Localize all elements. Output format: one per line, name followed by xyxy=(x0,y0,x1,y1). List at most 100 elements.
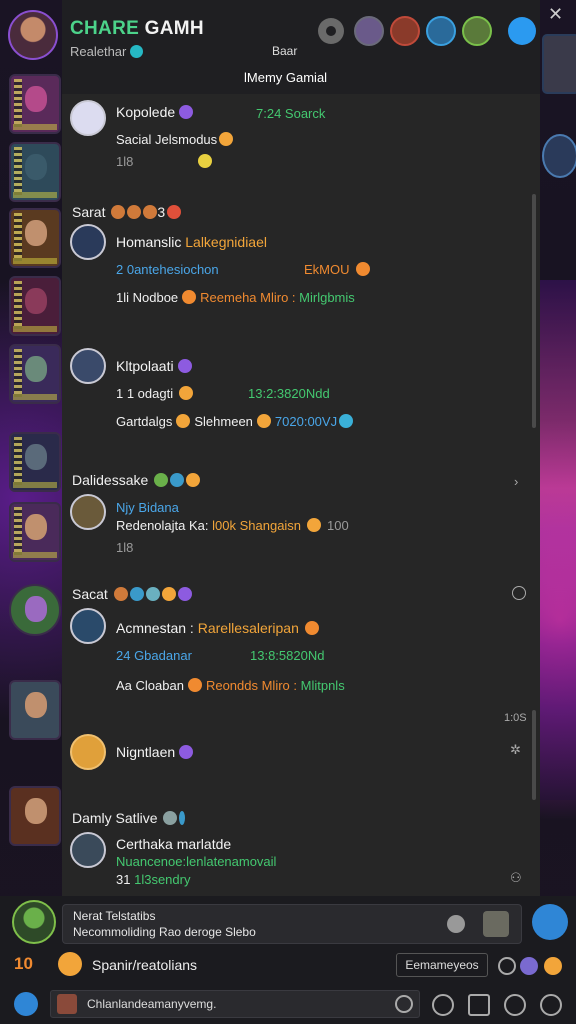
user-avatar[interactable] xyxy=(70,100,106,136)
message-count: 100 xyxy=(327,518,349,533)
party-icon[interactable] xyxy=(58,952,82,976)
clock-icon[interactable] xyxy=(498,957,516,975)
game-thumbnail[interactable] xyxy=(9,344,61,404)
game-thumbnail[interactable] xyxy=(9,74,61,134)
emoji-icon xyxy=(127,205,142,219)
room-button[interactable]: Eemameyeos xyxy=(396,953,488,977)
help-icon[interactable] xyxy=(540,994,562,1016)
message-meta: 7:24 Soarck xyxy=(256,106,326,121)
emoji-icon xyxy=(161,587,176,601)
username-text: Kltpolaati xyxy=(116,358,174,374)
composer-line: Necommoliding Rao deroge Slebo xyxy=(73,925,256,939)
emoji-icon xyxy=(176,414,191,428)
emoji-icon xyxy=(256,414,271,428)
header-icon-row xyxy=(318,16,536,46)
message-text-span: Gartdalgs xyxy=(116,414,173,429)
friend-avatar-icon[interactable] xyxy=(390,16,420,46)
message-timestamp: 1:0S xyxy=(504,712,527,724)
composer-line: Nerat Telstatibs xyxy=(73,909,156,923)
username-tag: Lalkegnidiael xyxy=(185,234,267,250)
gallery-icon[interactable] xyxy=(468,994,490,1016)
user-profile-icon[interactable]: ⚇ xyxy=(510,870,522,886)
message-username: Njy Bidana xyxy=(116,500,179,515)
game-thumbnail[interactable] xyxy=(9,680,61,740)
smile-icon[interactable] xyxy=(504,994,526,1016)
message-highlight: l00k Shangaisn xyxy=(212,518,302,533)
scrollbar[interactable] xyxy=(532,194,536,428)
thumb-tag xyxy=(14,147,22,195)
friend-avatar-icon[interactable] xyxy=(354,16,384,46)
friend-avatar-icon[interactable] xyxy=(426,16,456,46)
gear-icon[interactable] xyxy=(318,18,344,44)
user-avatar[interactable] xyxy=(70,608,106,644)
game-logo-icon[interactable] xyxy=(14,992,38,1016)
message-highlight: 1l3sendry xyxy=(134,872,191,887)
message-composer[interactable]: Nerat Telstatibs Necommoliding Rao derog… xyxy=(62,904,522,944)
message-meta: 13:8:5820Nd xyxy=(250,648,325,663)
scrollbar[interactable] xyxy=(532,710,536,800)
emoji-icon xyxy=(307,518,322,532)
circle-icon[interactable] xyxy=(432,994,454,1016)
emoji-icon xyxy=(113,587,128,601)
game-thumbnail[interactable] xyxy=(9,584,61,636)
my-avatar[interactable] xyxy=(12,900,56,944)
thumb-label xyxy=(13,326,57,332)
message-meta: 1 1 odagti xyxy=(116,386,194,401)
section-title: Sarat xyxy=(72,204,106,220)
game-thumbnail[interactable] xyxy=(9,142,61,202)
user-avatar[interactable] xyxy=(70,348,106,384)
game-thumbnail[interactable] xyxy=(9,432,61,492)
info-icon[interactable] xyxy=(512,586,526,600)
thumb-label xyxy=(13,258,57,264)
party-label[interactable]: Spanir/reatolians xyxy=(92,957,197,973)
user-avatar[interactable] xyxy=(70,494,106,530)
chevron-right-icon[interactable]: › xyxy=(514,474,518,489)
section-header: Sacat xyxy=(72,586,192,602)
profile-avatar[interactable] xyxy=(8,10,58,60)
message-meta: 2 0antehesiochon xyxy=(116,262,219,277)
sparkle-icon[interactable]: ✲ xyxy=(510,742,521,758)
username-text: Kopolede xyxy=(116,104,176,120)
game-thumbnail[interactable] xyxy=(9,786,61,846)
user-avatar[interactable] xyxy=(70,832,106,868)
right-thumbnail[interactable] xyxy=(542,134,576,178)
sticker-icon[interactable] xyxy=(544,957,562,975)
emoji-icon xyxy=(111,205,126,219)
message-username: Kopolede xyxy=(116,104,194,120)
user-avatar[interactable] xyxy=(70,734,106,770)
game-thumbnail[interactable] xyxy=(9,502,61,562)
game-thumbnail[interactable] xyxy=(9,208,61,268)
thumb-label xyxy=(13,192,57,198)
send-button[interactable] xyxy=(532,904,568,940)
username-tag: Rarellesaleripan xyxy=(197,620,299,636)
emoji-icon xyxy=(179,386,194,400)
message-text-span: Sacial Jelsmodus xyxy=(116,132,218,147)
section-header: Sarat 3 xyxy=(72,204,182,220)
emoji-icon[interactable] xyxy=(520,957,538,975)
meta-value: EkMOU xyxy=(304,262,350,277)
emoji-icon xyxy=(219,132,234,146)
emoji-icon xyxy=(186,473,201,487)
user-avatar[interactable] xyxy=(70,224,106,260)
emoji-icon xyxy=(182,290,197,304)
message-text: Aa Cloaban Reondds Mliro : Mlitpnls xyxy=(116,678,345,693)
emoji-face-icon[interactable] xyxy=(395,995,413,1013)
message-meta: 24 Gbadanar xyxy=(116,648,192,663)
right-thumbnail[interactable] xyxy=(542,34,576,94)
settings-icon[interactable] xyxy=(447,915,465,933)
thumb-tag xyxy=(14,507,22,555)
bottom-input[interactable]: Chlanlandeamanyvemg. xyxy=(50,990,420,1018)
emoji-icon xyxy=(167,205,182,219)
message-highlight: Mirlgbmis xyxy=(299,290,355,305)
game-thumbnail[interactable] xyxy=(9,276,61,336)
chat-bubble-icon[interactable] xyxy=(508,17,536,45)
friend-avatar-icon[interactable] xyxy=(462,16,492,46)
emoji-icon xyxy=(163,811,178,825)
attachment-icon[interactable] xyxy=(483,911,509,937)
left-game-strip xyxy=(0,0,62,1024)
close-icon[interactable]: ✕ xyxy=(548,4,563,25)
message-list[interactable]: Kopolede 7:24 Soarck Sacial Jelsmodus 1l… xyxy=(62,94,540,896)
thumb-label xyxy=(13,394,57,400)
chat-mode-label[interactable]: lMemy Gamial xyxy=(244,70,327,85)
thumb-face xyxy=(25,86,47,112)
